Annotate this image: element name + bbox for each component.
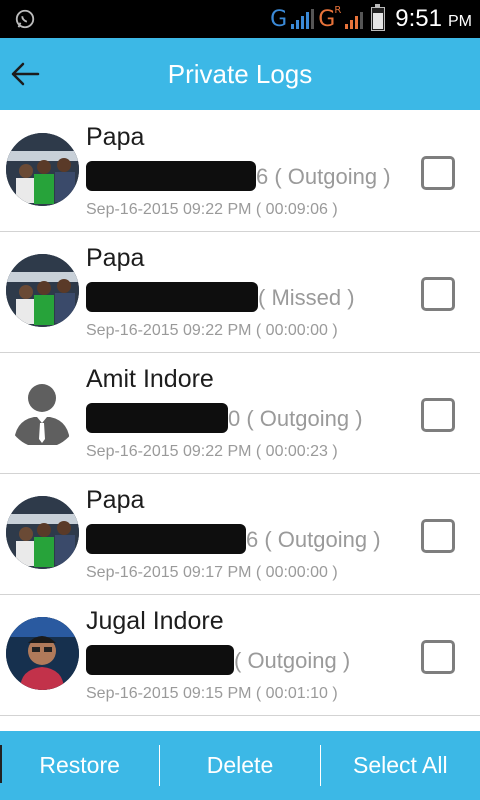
app-bar: Private Logs [0, 38, 480, 110]
redacted-number [86, 524, 246, 554]
edge-divider [0, 745, 2, 783]
call-number: ( Outgoing ) [86, 645, 351, 677]
select-checkbox[interactable] [421, 640, 455, 674]
avatar [6, 617, 79, 690]
call-number: 0 ( Outgoing ) [86, 403, 363, 435]
select-checkbox[interactable] [421, 156, 455, 190]
status-bar: G GR 9:51 PM [0, 0, 480, 38]
call-number: ( Missed ) [86, 282, 355, 314]
redacted-number [86, 161, 256, 191]
call-timestamp: Sep-16-2015 09:17 PM ( 00:00:00 ) [86, 564, 338, 581]
log-row[interactable]: Papa 6 ( Outgoing ) Sep-16-2015 09:17 PM… [0, 474, 480, 595]
signal-icon-1 [291, 9, 315, 29]
battery-icon [371, 4, 386, 31]
call-type: 0 ( Outgoing ) [228, 405, 363, 431]
avatar [6, 375, 79, 448]
redacted-number [86, 403, 228, 433]
avatar [6, 496, 79, 569]
call-number: 6 ( Outgoing ) [86, 524, 381, 556]
whatsapp-icon [15, 9, 35, 29]
restore-button[interactable]: Restore [0, 731, 159, 800]
contact-name: Jugal Indore [86, 607, 224, 635]
signal-icon-2 [345, 9, 364, 29]
select-checkbox[interactable] [421, 519, 455, 553]
clock-ampm: PM [448, 13, 472, 30]
page-title: Private Logs [167, 59, 313, 89]
select-checkbox[interactable] [421, 398, 455, 432]
call-timestamp: Sep-16-2015 09:22 PM ( 00:00:23 ) [86, 443, 338, 460]
default-person-icon [14, 384, 70, 445]
log-row[interactable]: Papa ( Missed ) Sep-16-2015 09:22 PM ( 0… [0, 232, 480, 353]
call-type: 6 ( Outgoing ) [246, 526, 381, 552]
contact-name: Papa [86, 123, 145, 151]
log-row[interactable]: Papa 6 ( Outgoing ) Sep-16-2015 09:22 PM… [0, 111, 480, 232]
call-timestamp: Sep-16-2015 09:15 PM ( 00:01:10 ) [86, 685, 338, 702]
select-checkbox[interactable] [421, 277, 455, 311]
contact-name: Papa [86, 244, 145, 272]
contact-name: Papa [86, 486, 145, 514]
redacted-number [86, 645, 234, 675]
log-list: Papa 6 ( Outgoing ) Sep-16-2015 09:22 PM… [0, 111, 480, 716]
call-type: 6 ( Outgoing ) [256, 163, 391, 189]
redacted-number [86, 282, 258, 312]
bottom-action-bar: Restore Delete Select All [0, 731, 480, 800]
select-all-button[interactable]: Select All [321, 731, 480, 800]
call-number: 6 ( Outgoing ) [86, 161, 391, 193]
call-type: ( Missed ) [258, 284, 355, 310]
call-timestamp: Sep-16-2015 09:22 PM ( 00:00:00 ) [86, 322, 338, 339]
avatar [6, 133, 79, 206]
log-row[interactable]: Amit Indore 0 ( Outgoing ) Sep-16-2015 0… [0, 353, 480, 474]
call-type: ( Outgoing ) [234, 647, 351, 673]
log-row[interactable]: Jugal Indore ( Outgoing ) Sep-16-2015 09… [0, 595, 480, 716]
clock-time: 9:51 [395, 5, 442, 32]
network-type-1: G [270, 6, 288, 32]
avatar [6, 254, 79, 327]
contact-name: Amit Indore [86, 365, 214, 393]
delete-button[interactable]: Delete [160, 731, 319, 800]
network-type-2: GR [318, 4, 342, 32]
call-timestamp: Sep-16-2015 09:22 PM ( 00:09:06 ) [86, 201, 338, 218]
